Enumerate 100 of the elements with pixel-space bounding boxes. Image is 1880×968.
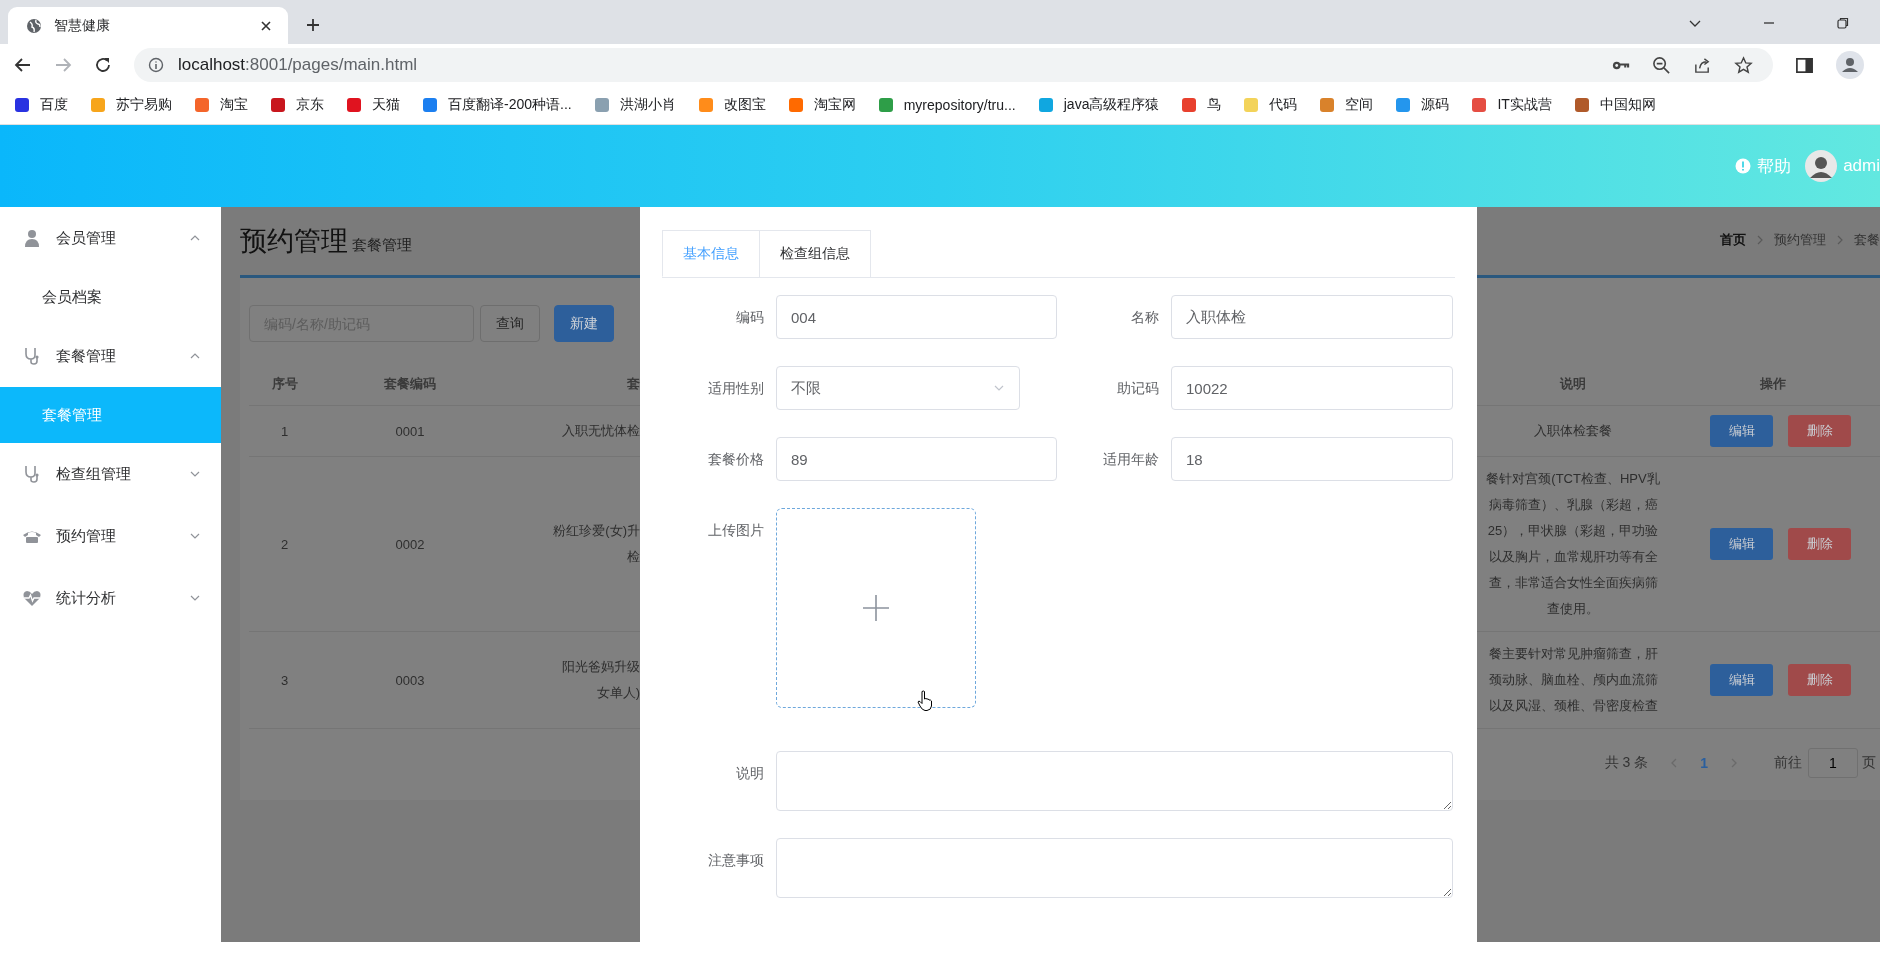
delete-button[interactable]: 删除 xyxy=(1788,415,1851,447)
browser-tab[interactable]: 智慧健康 xyxy=(8,7,288,44)
select-field[interactable]: 不限 xyxy=(776,366,1020,410)
field-label: 编码 xyxy=(735,308,765,327)
tile-icon xyxy=(877,97,894,113)
bookmark[interactable]: 代码 xyxy=(1243,96,1298,114)
chevron-right-icon xyxy=(1836,234,1844,246)
edit-button[interactable]: 编辑 xyxy=(1710,664,1773,696)
tile-icon xyxy=(1319,97,1336,113)
close-icon[interactable] xyxy=(260,19,272,32)
bookmark[interactable]: IT实战营 xyxy=(1471,96,1552,114)
menu-item[interactable]: 会员档案 xyxy=(0,269,221,325)
table-cell: 0002 xyxy=(320,457,500,632)
breadcrumb-link[interactable]: 首页 xyxy=(1720,231,1746,249)
bookmark[interactable]: 鸟 xyxy=(1181,96,1222,114)
bookmark[interactable]: 中国知网 xyxy=(1573,96,1656,114)
star-icon[interactable] xyxy=(1734,55,1753,75)
cell-text-fragment: 粉红珍爱(女)升 xyxy=(553,522,640,540)
bookmark[interactable]: 京东 xyxy=(270,96,324,114)
side-panel-icon[interactable] xyxy=(1795,55,1814,75)
avatar[interactable] xyxy=(1805,150,1838,182)
bookmark[interactable]: 空间 xyxy=(1319,96,1374,114)
cell-text-fragment: 入职无忧体检 xyxy=(562,422,640,440)
input-field[interactable]: 18 xyxy=(1171,437,1453,481)
tile-icon xyxy=(90,97,106,113)
tile-icon xyxy=(1243,97,1260,113)
bookmark[interactable]: 淘宝网 xyxy=(787,96,856,114)
alert-icon xyxy=(1735,158,1752,174)
tile-icon xyxy=(1395,97,1412,113)
toolbar-button[interactable]: 新建 xyxy=(554,305,614,342)
total-count: 共 3 条 xyxy=(1604,754,1649,772)
cell-text-fragment: 餐主要针对常见肿瘤筛查，肝 xyxy=(1488,645,1658,663)
delete-button[interactable]: 删除 xyxy=(1788,528,1851,560)
info-icon[interactable] xyxy=(148,57,164,73)
chevron-right-icon xyxy=(1756,234,1764,246)
bookmark[interactable]: 改图宝 xyxy=(697,96,766,114)
input-field[interactable]: 入职体检 xyxy=(1171,295,1453,339)
bookmark[interactable]: myrepository/tru... xyxy=(877,97,1016,113)
edit-button[interactable]: 编辑 xyxy=(1710,415,1773,447)
menu-group[interactable]: 会员管理 xyxy=(0,207,221,269)
tile-icon xyxy=(1573,97,1590,113)
column-header: 操作 xyxy=(1666,362,1880,406)
tile-icon xyxy=(1037,97,1054,113)
address-bar[interactable]: localhost:8001/pages/main.html xyxy=(134,48,1773,82)
tile-icon xyxy=(1181,97,1198,113)
delete-button[interactable]: 删除 xyxy=(1788,664,1851,696)
field-label: 助记码 xyxy=(1116,379,1160,398)
tile-icon xyxy=(194,97,210,113)
textarea-field[interactable] xyxy=(776,751,1453,811)
bookmark[interactable]: 源码 xyxy=(1395,96,1450,114)
cell-text-fragment: 女单人) xyxy=(596,684,640,702)
new-tab-icon[interactable] xyxy=(306,18,320,32)
cell-text-fragment: 以及胸片，血常规肝功等有全 xyxy=(1488,548,1658,566)
menu-group[interactable]: 预约管理 xyxy=(0,505,221,567)
url-text: localhost:8001/pages/main.html xyxy=(178,55,418,75)
bookmark[interactable]: 淘宝 xyxy=(194,96,248,114)
field-label: 适用性别 xyxy=(707,379,765,398)
page-title: 预约管理 xyxy=(240,225,348,258)
reload-icon[interactable] xyxy=(94,56,112,74)
tile-icon xyxy=(422,97,438,113)
zoom-out-icon[interactable] xyxy=(1652,55,1671,75)
page-field[interactable]: 1 xyxy=(1808,748,1858,778)
bookmark[interactable]: 苏宁易购 xyxy=(90,96,172,114)
field-label: 上传图片 xyxy=(707,521,765,540)
cell-text-fragment: 阳光爸妈升级 xyxy=(562,658,640,676)
field-label: 名称 xyxy=(1130,308,1160,327)
textarea-field[interactable] xyxy=(776,838,1453,898)
profile-icon[interactable] xyxy=(1836,51,1864,79)
menu-group[interactable]: 检查组管理 xyxy=(0,443,221,505)
bookmark[interactable]: 洪湖小肖 xyxy=(593,96,676,114)
cell-text-fragment: 餐针对宫颈(TCT检查、HPV乳 xyxy=(1486,470,1660,488)
menu-group[interactable]: 统计分析 xyxy=(0,567,221,629)
toolbar-button[interactable]: 查询 xyxy=(480,305,540,342)
restore-icon[interactable] xyxy=(1836,16,1850,30)
table-cell: 0001 xyxy=(320,406,500,457)
menu-group[interactable]: 套餐管理 xyxy=(0,325,221,387)
dialog-tab[interactable]: 检查组信息 xyxy=(759,230,871,277)
bookmark[interactable]: 天猫 xyxy=(346,96,400,114)
person-icon xyxy=(22,228,42,248)
cell-text-fragment: 颈动脉、脑血栓、颅内血流筛 xyxy=(1488,671,1658,689)
column-header: 序号 xyxy=(249,362,320,406)
input-field[interactable]: 10022 xyxy=(1171,366,1453,410)
back-icon[interactable] xyxy=(14,56,32,74)
bookmark[interactable]: 百度 xyxy=(14,96,68,114)
field-label: 适用年龄 xyxy=(1102,450,1160,469)
bookmark[interactable]: java高级程序猿 xyxy=(1037,96,1160,114)
cell-text-fragment: 查使用。 xyxy=(1547,600,1599,618)
tile-icon xyxy=(270,97,286,113)
tile-icon xyxy=(14,97,30,113)
table-cell: 1 xyxy=(249,406,320,457)
bookmark[interactable]: 百度翻译-200种语... xyxy=(422,96,572,114)
globe-icon xyxy=(26,17,42,34)
page-suffix: 页 xyxy=(1862,754,1876,772)
table-cell: 3 xyxy=(249,632,320,729)
pointer-icon xyxy=(917,690,933,712)
tile-icon xyxy=(697,97,714,113)
input-field[interactable]: 004 xyxy=(776,295,1057,339)
field-label: 注意事项 xyxy=(707,851,765,870)
edit-button[interactable]: 编辑 xyxy=(1710,528,1773,560)
input-field[interactable]: 89 xyxy=(776,437,1057,481)
